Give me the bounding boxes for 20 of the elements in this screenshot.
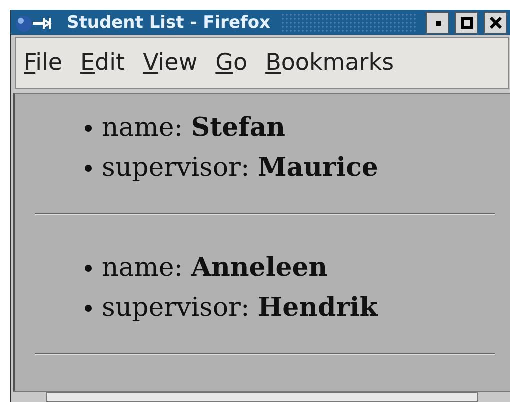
minimize-button[interactable] [426, 12, 449, 34]
field-text: name: Anneleen [102, 253, 328, 283]
bullet-icon [85, 264, 92, 272]
bullet-icon [85, 304, 92, 312]
maximize-icon [460, 16, 472, 28]
menu-item[interactable]: View [143, 50, 198, 76]
close-button[interactable] [484, 12, 507, 34]
scrollbar[interactable] [46, 392, 478, 402]
close-icon [490, 16, 502, 28]
bullet-icon [85, 124, 92, 132]
bullet-icon [85, 164, 92, 172]
menu-item[interactable]: Edit [80, 50, 126, 76]
field-text: supervisor: Hendrik [102, 293, 378, 323]
maximize-button[interactable] [455, 12, 478, 34]
menu-item[interactable]: Bookmarks [266, 50, 394, 76]
menu-item[interactable]: File [24, 50, 62, 76]
field-text: supervisor: Maurice [102, 153, 378, 183]
field-text: name: Stefan [102, 113, 286, 143]
menu-item[interactable]: Go [216, 50, 248, 76]
window-title: Student List - Firefox [67, 12, 271, 32]
